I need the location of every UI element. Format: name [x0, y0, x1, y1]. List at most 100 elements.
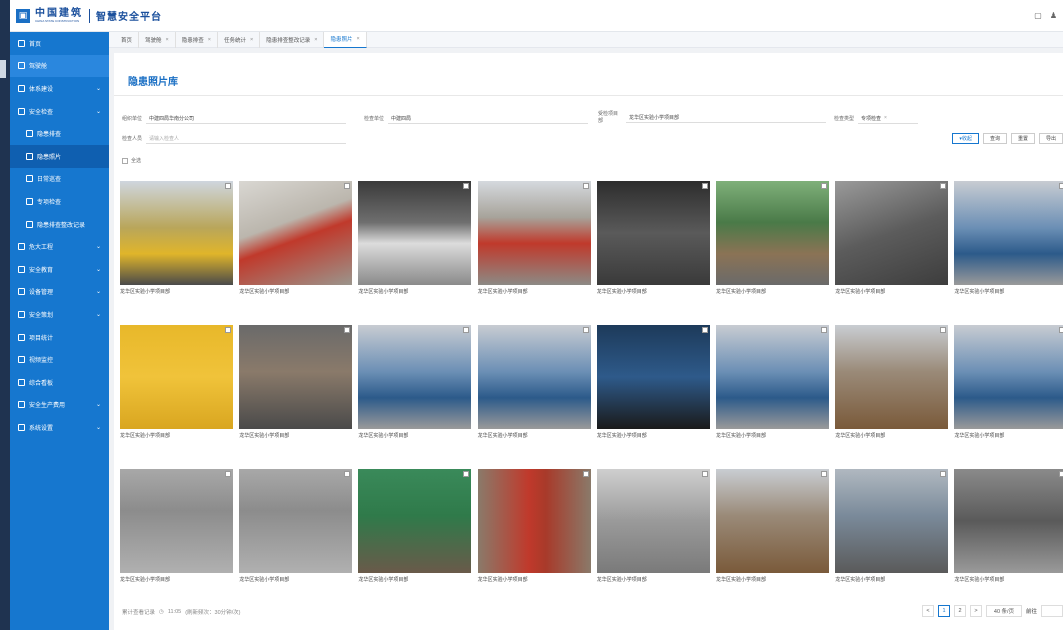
org-select[interactable]: 中建四局华南分公司 — [146, 113, 347, 124]
photo-checkbox[interactable] — [1059, 327, 1063, 333]
photo-checkbox[interactable] — [344, 183, 351, 189]
photo-checkbox[interactable] — [582, 183, 589, 189]
photo-card[interactable]: 龙华区实验小学项目部 — [239, 325, 353, 439]
photo-checkbox[interactable] — [582, 471, 589, 477]
hazard-photo[interactable] — [596, 325, 710, 429]
export-button[interactable]: 导出 — [1038, 133, 1063, 144]
sidebar-item[interactable]: 综合看板 — [10, 371, 109, 394]
tab-close-icon[interactable]: × — [208, 37, 211, 43]
hazard-photo[interactable] — [358, 181, 472, 285]
hazard-photo[interactable] — [716, 325, 829, 429]
reset-button[interactable]: 重置 — [1010, 133, 1035, 144]
photo-card[interactable]: 龙华区实验小学项目部 — [716, 325, 829, 439]
hazard-photo[interactable] — [477, 325, 591, 429]
photo-card[interactable]: 龙华区实验小学项目部 — [358, 469, 472, 583]
hazard-photo[interactable] — [596, 469, 710, 573]
sidebar-item[interactable]: 专项检查 — [10, 190, 109, 213]
photo-checkbox[interactable] — [463, 327, 470, 333]
photo-card[interactable]: 龙华区实验小学项目部 — [596, 325, 710, 439]
photo-checkbox[interactable] — [225, 183, 231, 189]
photo-card[interactable]: 龙华区实验小学项目部 — [120, 181, 233, 295]
sidebar-item[interactable]: 体系建设 ⌄ — [10, 77, 109, 100]
hazard-photo[interactable] — [120, 469, 233, 573]
search-button[interactable]: 查询 — [982, 133, 1007, 144]
project-select[interactable]: 龙华区实验小学项目部 — [626, 112, 826, 123]
photo-card[interactable]: 龙华区实验小学项目部 — [954, 469, 1063, 583]
photo-card[interactable]: 龙华区实验小学项目部 — [954, 325, 1063, 439]
photo-card[interactable]: 龙华区实验小学项目部 — [477, 469, 591, 583]
photo-checkbox[interactable] — [701, 183, 708, 189]
sidebar-item[interactable]: 安全检查 ⌄ — [10, 100, 109, 123]
hazard-photo[interactable] — [835, 325, 949, 429]
photo-checkbox[interactable] — [940, 183, 947, 189]
photo-checkbox[interactable] — [1059, 183, 1063, 189]
hazard-photo[interactable] — [120, 181, 233, 285]
hazard-photo[interactable] — [477, 181, 591, 285]
sidebar-item[interactable]: 安全生产费用 ⌄ — [10, 394, 109, 417]
photo-checkbox[interactable] — [821, 327, 827, 333]
photo-card[interactable]: 龙华区实验小学项目部 — [477, 181, 591, 295]
photo-card[interactable]: 龙华区实验小学项目部 — [596, 181, 710, 295]
hazard-photo[interactable] — [716, 469, 829, 573]
tab-close-icon[interactable]: × — [166, 37, 169, 43]
photo-card[interactable]: 龙华区实验小学项目部 — [716, 181, 829, 295]
tab-close-icon[interactable]: × — [314, 37, 317, 43]
tab[interactable]: 隐患排查整改记录 × — [260, 31, 325, 48]
fullscreen-icon[interactable]: ▢ — [1034, 11, 1042, 20]
photo-card[interactable]: 龙华区实验小学项目部 — [120, 325, 233, 439]
hazard-photo[interactable] — [358, 469, 472, 573]
photo-card[interactable]: 龙华区实验小学项目部 — [596, 469, 710, 583]
sidebar-item[interactable]: 隐患排查 — [10, 122, 109, 145]
hazard-photo[interactable] — [835, 181, 949, 285]
photo-checkbox[interactable] — [701, 327, 708, 333]
select-all-checkbox[interactable] — [122, 157, 128, 164]
collapse-button[interactable]: ▾ 收起 — [952, 133, 979, 144]
tab[interactable]: 驾驶舱 × — [139, 31, 176, 48]
sidebar-item[interactable]: 系统设置 ⌄ — [10, 416, 109, 439]
hazard-photo[interactable] — [239, 325, 353, 429]
page-2-button[interactable]: 2 — [953, 605, 966, 617]
select-all[interactable]: 全选 — [122, 157, 141, 164]
user-icon[interactable]: ♟ — [1050, 11, 1057, 20]
check-type-select[interactable]: 专项检查 × — [858, 113, 919, 124]
photo-checkbox[interactable] — [463, 183, 470, 189]
photo-card[interactable]: 龙华区实验小学项目部 — [239, 181, 353, 295]
photo-card[interactable]: 龙华区实验小学项目部 — [239, 469, 353, 583]
photo-card[interactable]: 龙华区实验小学项目部 — [358, 181, 472, 295]
photo-checkbox[interactable] — [344, 471, 351, 477]
sidebar-item[interactable]: 项目统计 — [10, 326, 109, 349]
goto-page-input[interactable] — [1041, 605, 1063, 617]
sidebar-item[interactable]: 视频监控 — [10, 348, 109, 371]
tab[interactable]: 首页 — [115, 31, 140, 48]
sidebar-item[interactable]: 设备管理 ⌄ — [10, 281, 109, 304]
hazard-photo[interactable] — [239, 469, 353, 573]
photo-card[interactable]: 龙华区实验小学项目部 — [835, 469, 949, 583]
photo-checkbox[interactable] — [940, 327, 947, 333]
hazard-photo[interactable] — [239, 181, 353, 285]
photo-checkbox[interactable] — [821, 183, 827, 189]
page-1-button[interactable]: 1 — [937, 605, 950, 617]
photo-card[interactable]: 龙华区实验小学项目部 — [477, 325, 591, 439]
sidebar-item[interactable]: 首页 — [10, 32, 109, 55]
photo-checkbox[interactable] — [1059, 471, 1063, 477]
prev-page-button[interactable]: < — [921, 605, 934, 617]
hazard-photo[interactable] — [477, 469, 591, 573]
tab[interactable]: 隐患排查 × — [176, 31, 218, 48]
photo-checkbox[interactable] — [344, 327, 351, 333]
sidebar-item[interactable]: 危大工程 ⌄ — [10, 235, 109, 258]
photo-card[interactable]: 龙华区实验小学项目部 — [835, 181, 949, 295]
sidebar-item[interactable]: 日常巡查 — [10, 168, 109, 191]
photo-checkbox[interactable] — [225, 471, 231, 477]
hazard-photo[interactable] — [716, 181, 829, 285]
photo-checkbox[interactable] — [582, 327, 589, 333]
tab[interactable]: 隐患照片 × — [324, 31, 367, 48]
photo-checkbox[interactable] — [225, 327, 231, 333]
hazard-photo[interactable] — [120, 325, 233, 429]
photo-checkbox[interactable] — [701, 471, 708, 477]
inspector-input[interactable]: 请输入检查人 — [146, 133, 347, 144]
sidebar-item[interactable]: 安全教育 ⌄ — [10, 258, 109, 281]
photo-card[interactable]: 龙华区实验小学项目部 — [120, 469, 233, 583]
sidebar-item[interactable]: 安全策划 ⌄ — [10, 303, 109, 326]
photo-card[interactable]: 龙华区实验小学项目部 — [954, 181, 1063, 295]
photo-checkbox[interactable] — [821, 471, 827, 477]
